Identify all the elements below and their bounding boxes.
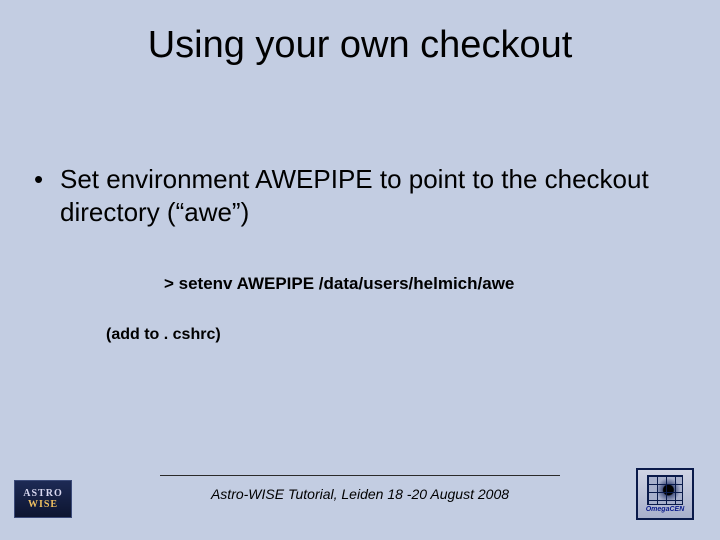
divider: [160, 475, 560, 476]
logo-right-label: OmegaCEN: [646, 506, 685, 513]
logo-text-line2: WISE: [28, 499, 58, 510]
bullet-text: Set environment AWEPIPE to point to the …: [60, 163, 686, 228]
footer-text: Astro-WISE Tutorial, Leiden 18 -20 Augus…: [0, 486, 720, 502]
footer: Astro-WISE Tutorial, Leiden 18 -20 Augus…: [0, 475, 720, 502]
bullet-marker: •: [34, 163, 60, 196]
note-text: (add to . cshrc): [106, 326, 686, 344]
slide-title: Using your own checkout: [0, 0, 720, 67]
bullet-item: • Set environment AWEPIPE to point to th…: [34, 163, 686, 228]
slide-body: • Set environment AWEPIPE to point to th…: [0, 67, 720, 344]
command-line: > setenv AWEPIPE /data/users/helmich/awe: [164, 274, 686, 294]
astro-wise-logo: ASTRO WISE: [14, 480, 72, 518]
logo-text-line1: ASTRO: [23, 488, 62, 499]
logo-grid-icon: [647, 475, 683, 505]
omegacen-logo: OmegaCEN: [636, 468, 694, 520]
